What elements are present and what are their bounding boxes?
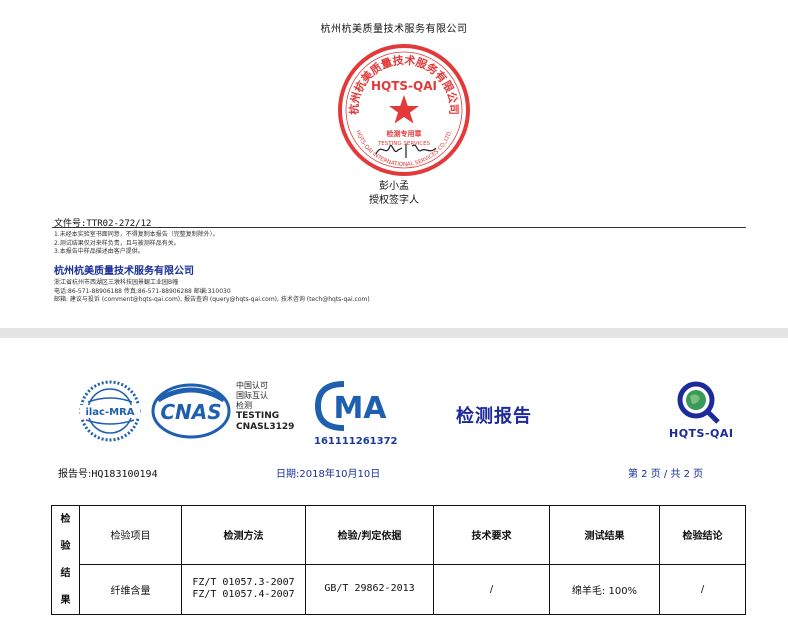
test-result-table: 检 验 结 果 检验项目 检测方法 检验/判定依据 技术要求 测试结果 检验结论…: [51, 505, 746, 616]
note-line: 3.本报告中样品描述由客户提供。: [54, 248, 144, 255]
report-number-value: HQ183100194: [91, 469, 158, 480]
address-line: 浙江省杭州市西湖区三墩科技园景観工业园B幢: [54, 279, 179, 286]
header-conclusion: 检验结论: [659, 505, 746, 565]
header-item: 检验项目: [79, 505, 182, 565]
report-notes: 1.未经本实验室书面同意，不得复制本报告（完整复制除外）。 2.测试结果仅对来样…: [54, 231, 219, 257]
contact-line: 电话:86-571-88906188 传真:86-571-88906288 邮编…: [54, 287, 231, 295]
company-name: 杭州杭美质量技术服务有限公司: [54, 266, 194, 277]
header-method: 检测方法: [181, 505, 306, 565]
report-title: 检测报告: [456, 406, 532, 427]
result-side-label: 检 验 结 果: [51, 505, 80, 615]
cell-conclusion: /: [659, 563, 746, 616]
seal-dept-text: 检测专用章: [387, 129, 422, 138]
cell-method: FZ/T 01057.3-2007 FZ/T 01057.4-2007: [181, 563, 306, 616]
signer-name: 彭小孟: [379, 181, 409, 192]
note-line: 1.未经本实验室书面同意，不得复制本报告（完整复制除外）。: [54, 231, 219, 238]
page-gap: [0, 328, 788, 338]
cnas-line: 检测: [236, 401, 252, 410]
cnas-number: CNASL3129: [236, 422, 295, 432]
cnas-text: CNAS: [160, 400, 221, 424]
page-indicator: 第 2 页 / 共 2 页: [628, 469, 704, 480]
side-char: 果: [60, 595, 71, 606]
cma-logo-icon: MA: [314, 381, 387, 431]
cma-number: 161111261372: [314, 436, 398, 447]
cell-requirement: /: [433, 563, 550, 616]
hqts-logo-text: HQTS-QAI: [669, 427, 734, 440]
header-requirement: 技术要求: [433, 505, 550, 565]
cell-item: 纤维含量: [79, 563, 182, 616]
cnas-logo-icon: CNAS: [151, 383, 231, 439]
cnas-line: 中国认可: [236, 381, 268, 390]
side-char: 检: [60, 514, 71, 525]
header-result: 测试结果: [549, 505, 660, 565]
signature-icon: [375, 144, 437, 158]
method-line: FZ/T 01057.4-2007: [192, 589, 295, 601]
company-header: 杭州杭美质量技术服务有限公司: [320, 24, 468, 35]
side-char: 结: [60, 568, 71, 579]
cell-basis: GB/T 29862-2013: [305, 563, 434, 616]
cnas-line: TESTING: [236, 411, 280, 421]
seal-center-text: HQTS-QAI: [371, 79, 437, 93]
ilac-text: ilac-MRA: [85, 407, 134, 418]
table-row: 纤维含量 FZ/T 01057.3-2007 FZ/T 01057.4-2007…: [52, 563, 746, 616]
side-char: 验: [60, 541, 71, 552]
cnas-accreditation-text: 中国认可 国际互认 检测 TESTING CNASL3129: [236, 381, 294, 433]
email-line: 邮箱: 建议与投诉 (comment@hqts-qai.com), 报告查询 (…: [54, 296, 370, 303]
report-number: 报告号:HQ183100194: [58, 465, 158, 480]
signer-title: 授权签字人: [369, 195, 419, 206]
header-basis: 检验/判定依据: [305, 505, 434, 565]
ilac-mra-logo-icon: ilac-MRA: [79, 380, 141, 442]
report-number-label: 报告号:: [58, 469, 92, 480]
ma-text: MA: [333, 391, 387, 426]
cnas-line: 国际互认: [236, 391, 268, 400]
company-address: 浙江省杭州市西湖区三墩科技园景観工业园B幢 电话:86-571-88906188…: [54, 279, 370, 305]
method-line: FZ/T 01057.3-2007: [192, 577, 295, 589]
cell-result: 绵羊毛: 100%: [549, 563, 660, 616]
note-line: 2.测试结果仅对来样负责，且与被测样品有关。: [54, 239, 180, 247]
hqts-globe-logo-icon: [677, 381, 720, 424]
divider: [52, 227, 746, 228]
report-date: 日期:2018年10月10日: [276, 469, 381, 480]
